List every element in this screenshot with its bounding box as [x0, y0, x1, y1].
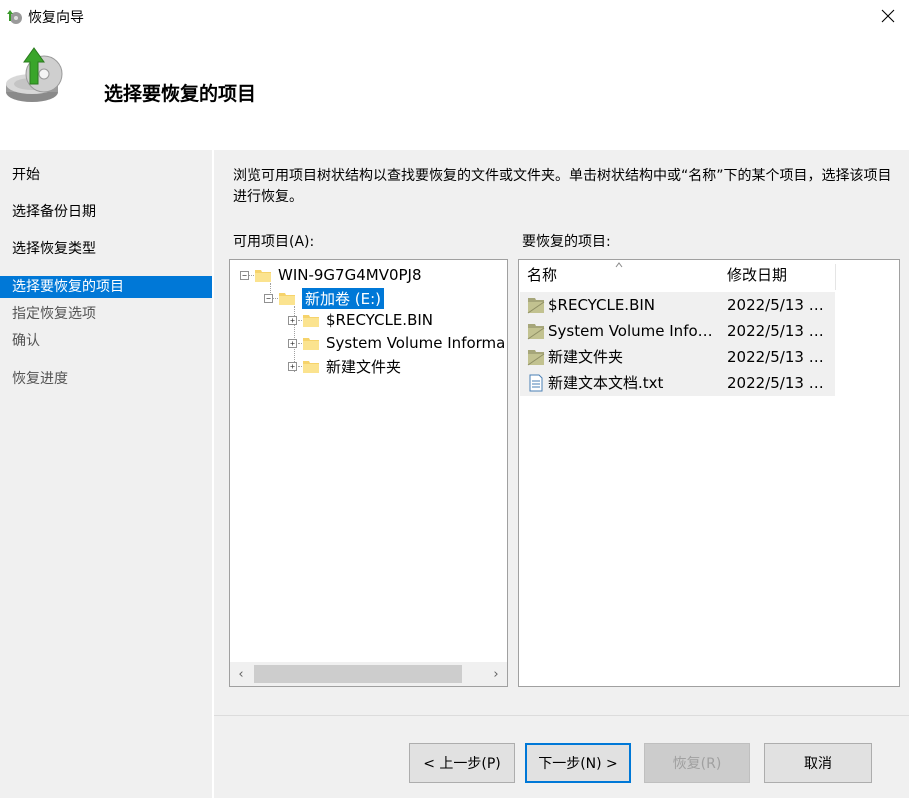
expand-icon[interactable]: +: [288, 338, 297, 348]
list-item-date: 2022/5/13 1...: [727, 348, 832, 366]
items-to-restore-label: 要恢复的项目:: [522, 234, 611, 250]
tree-item-label: 新建文件夹: [326, 357, 402, 376]
tree-volume-label: 新加卷 (E:): [302, 287, 385, 309]
nav-step-recovery-type[interactable]: 选择恢复类型: [0, 238, 212, 260]
available-items-tree[interactable]: − WIN-9G7G4MV0PJ8 − 新加卷 (E:) + $RECYCLE.…: [229, 259, 508, 687]
tree-item-label: $RECYCLE.BIN: [326, 311, 434, 329]
restore-button: 恢复(R): [644, 743, 750, 783]
list-item[interactable]: 新建文本文档.txt 2022/5/13 1...: [520, 370, 835, 396]
column-header-modified[interactable]: 修改日期: [719, 260, 835, 291]
title-bar: 恢复向导: [0, 0, 909, 32]
tree-item-label: System Volume Informa: [326, 334, 506, 352]
instructions-text: 浏览可用项目树状结构以查找要恢复的文件或文件夹。单击树状结构中或“名称”下的某个…: [233, 168, 892, 205]
list-item-name: System Volume Inform...: [548, 322, 718, 340]
tree-node-system-volume[interactable]: + System Volume Informa: [288, 332, 505, 354]
folder-icon: [303, 338, 319, 350]
nav-step-progress: 恢复进度: [12, 371, 68, 387]
list-item-name: 新建文本文档.txt: [548, 374, 664, 392]
nav-step-start[interactable]: 开始: [0, 164, 212, 186]
backup-disk-icon: [6, 47, 63, 102]
close-icon: [881, 9, 895, 23]
list-item[interactable]: 新建文件夹 2022/5/13 1...: [520, 344, 835, 370]
folder-system-icon: [527, 350, 545, 366]
next-button[interactable]: 下一步(N) >: [525, 743, 631, 783]
close-button[interactable]: [873, 2, 903, 30]
cancel-button[interactable]: 取消: [764, 743, 872, 783]
scrollbar-thumb[interactable]: [254, 665, 462, 683]
folder-icon: [303, 361, 319, 373]
computer-folder-icon: [255, 270, 271, 282]
list-item-name: 新建文件夹: [548, 348, 624, 366]
recovery-wizard-icon: [7, 10, 22, 24]
folder-system-icon: [527, 298, 545, 314]
items-to-restore-list[interactable]: 名称 修改日期 $RECYCLE.BIN 2022/5/13 1... Syst…: [518, 259, 900, 687]
folder-system-icon: [527, 324, 545, 340]
nav-step-confirm: 确认: [12, 333, 40, 349]
scroll-left-arrow-icon[interactable]: ‹: [230, 662, 252, 686]
list-item[interactable]: System Volume Inform... 2022/5/13 1...: [520, 318, 835, 344]
drive-folder-icon: [279, 293, 295, 305]
collapse-icon[interactable]: −: [240, 270, 249, 280]
folder-icon: [303, 315, 319, 327]
scroll-right-arrow-icon[interactable]: ›: [485, 662, 507, 686]
expand-icon[interactable]: +: [288, 315, 297, 325]
tree-node-recycle-bin[interactable]: + $RECYCLE.BIN: [288, 309, 433, 331]
page-title: 选择要恢复的项目: [104, 83, 257, 105]
list-item[interactable]: $RECYCLE.BIN 2022/5/13 1...: [520, 292, 835, 318]
nav-step-select-items[interactable]: 选择要恢复的项目: [0, 276, 212, 298]
column-name-label: 名称: [527, 266, 558, 284]
list-item-date: 2022/5/13 1...: [727, 322, 832, 340]
column-modified-label: 修改日期: [727, 266, 788, 284]
nav-step-backup-date[interactable]: 选择备份日期: [0, 201, 212, 223]
nav-step-recovery-options: 指定恢复选项: [12, 306, 96, 322]
tree-node-volume[interactable]: − 新加卷 (E:): [264, 287, 385, 309]
tree-node-root[interactable]: − WIN-9G7G4MV0PJ8: [240, 264, 422, 286]
list-item-name: $RECYCLE.BIN: [548, 296, 656, 314]
tree-root-label: WIN-9G7G4MV0PJ8: [278, 266, 422, 284]
wizard-steps: 开始 选择备份日期 选择恢复类型 选择要恢复的项目 指定恢复选项 确认 恢复进度: [0, 150, 212, 798]
available-items-label: 可用项目(A):: [233, 234, 315, 250]
list-item-date: 2022/5/13 1...: [727, 374, 832, 392]
expand-icon[interactable]: +: [288, 361, 297, 371]
tree-node-new-folder[interactable]: + 新建文件夹: [288, 355, 401, 377]
collapse-icon[interactable]: −: [264, 293, 273, 303]
sort-ascending-icon: [615, 262, 623, 268]
window-title: 恢复向导: [28, 10, 84, 26]
text-file-icon: [529, 374, 543, 392]
back-button[interactable]: < 上一步(P): [409, 743, 515, 783]
list-item-date: 2022/5/13 1...: [727, 296, 832, 314]
column-divider[interactable]: [835, 264, 836, 290]
horizontal-scrollbar[interactable]: ‹ ›: [230, 662, 507, 686]
